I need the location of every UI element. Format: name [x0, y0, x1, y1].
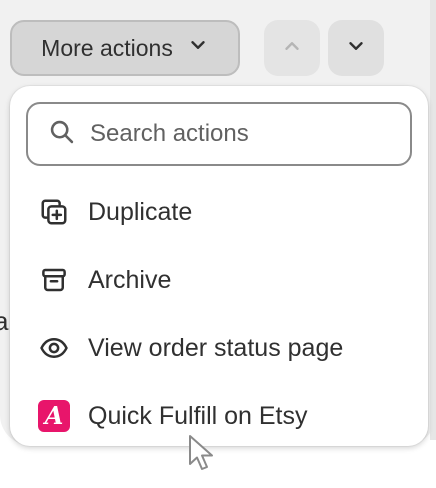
chevron-up-icon [281, 35, 303, 62]
actions-list: Duplicate Archive View order status page… [10, 178, 428, 446]
eye-icon [38, 332, 70, 364]
page-scroll-edge [430, 0, 436, 440]
menu-item-label: View order status page [88, 333, 344, 362]
menu-item-archive[interactable]: Archive [10, 246, 428, 314]
background-text-fragment: a [0, 306, 9, 336]
search-input[interactable] [90, 120, 390, 148]
menu-item-quick-fulfill-etsy[interactable]: A Quick Fulfill on Etsy [10, 382, 428, 446]
menu-item-duplicate[interactable]: Duplicate [10, 178, 428, 246]
etsy-app-badge: A [38, 400, 70, 432]
chevron-down-icon [345, 35, 367, 62]
more-actions-button[interactable]: More actions [10, 20, 240, 76]
menu-item-label: Quick Fulfill on Etsy [88, 401, 308, 430]
more-actions-dropdown: Duplicate Archive [10, 86, 428, 446]
chevron-down-icon [187, 34, 209, 62]
next-order-button[interactable] [328, 20, 384, 76]
duplicate-icon [38, 196, 70, 228]
screen: a More actions Search actions Duplicate … [0, 0, 436, 488]
search-field[interactable] [26, 102, 412, 166]
etsy-app-icon: A [38, 400, 70, 432]
menu-item-label: Duplicate [88, 197, 193, 226]
menu-item-view-order-status[interactable]: View order status page [10, 314, 428, 382]
search-icon [48, 118, 76, 151]
archive-icon [38, 264, 70, 296]
menu-item-label: Archive [88, 265, 172, 294]
previous-order-button[interactable] [264, 20, 320, 76]
more-actions-label: More actions [41, 34, 173, 61]
